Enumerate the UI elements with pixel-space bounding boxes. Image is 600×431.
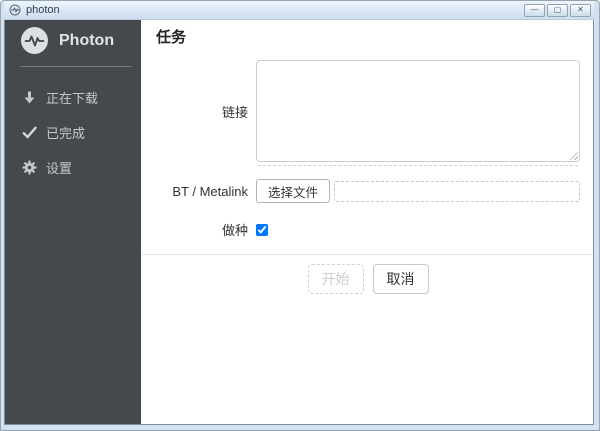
file-drop-area[interactable] [334,180,580,202]
sidebar-item-settings[interactable]: 设置 [5,150,141,185]
sidebar: Photon 正在下载 已完成 设置 [5,20,141,424]
photon-logo-icon [20,26,49,55]
close-button[interactable]: ✕ [570,3,591,17]
sidebar-item-completed[interactable]: 已完成 [5,115,141,150]
seed-row: 做种 [156,220,580,239]
download-icon [22,90,37,105]
titlebar: photon — ▢ ✕ [4,1,594,20]
gear-icon [22,160,37,175]
maximize-button[interactable]: ▢ [547,3,568,17]
seed-checkbox[interactable] [256,223,268,236]
link-row: 链接 [156,60,580,166]
task-page: 任务 链接 BT / Metalink 选择文件 做种 开始 取消 [141,20,593,424]
brand: Photon [5,20,141,66]
choose-file-button[interactable]: 选择文件 [256,179,331,203]
seed-label: 做种 [221,223,248,238]
app-window: photon — ▢ ✕ Photon 正在下载 已完成 设置 任务 链接 BT… [0,0,600,431]
actions-divider [141,254,593,255]
pulse-icon [9,4,21,16]
sidebar-item-label: 设置 [46,161,73,176]
sidebar-item-label: 正在下载 [46,91,99,106]
window-title: photon [26,4,60,16]
page-title: 任务 [156,29,187,46]
minimize-button[interactable]: — [524,3,545,17]
close-icon: ✕ [577,5,584,14]
maximize-icon: ▢ [553,5,562,14]
cancel-button[interactable]: 取消 [372,264,429,294]
sidebar-item-label: 已完成 [46,126,86,141]
link-label: 链接 [221,104,248,120]
window-controls: — ▢ ✕ [522,3,591,17]
sidebar-item-downloading[interactable]: 正在下载 [5,80,141,115]
link-input-wrap [256,60,580,166]
start-button[interactable]: 开始 [307,264,364,294]
actions: 开始 取消 [156,264,580,294]
sidebar-nav: 正在下载 已完成 设置 [5,67,141,185]
minimize-icon: — [530,5,539,14]
file-input-control: 选择文件 [256,179,580,203]
brand-name: Photon [59,31,115,49]
bt-metalink-row: BT / Metalink 选择文件 [156,179,580,203]
link-input[interactable] [256,60,580,162]
check-icon [22,125,37,140]
task-form: 链接 BT / Metalink 选择文件 做种 [156,60,580,239]
bt-metalink-label: BT / Metalink [172,183,248,199]
